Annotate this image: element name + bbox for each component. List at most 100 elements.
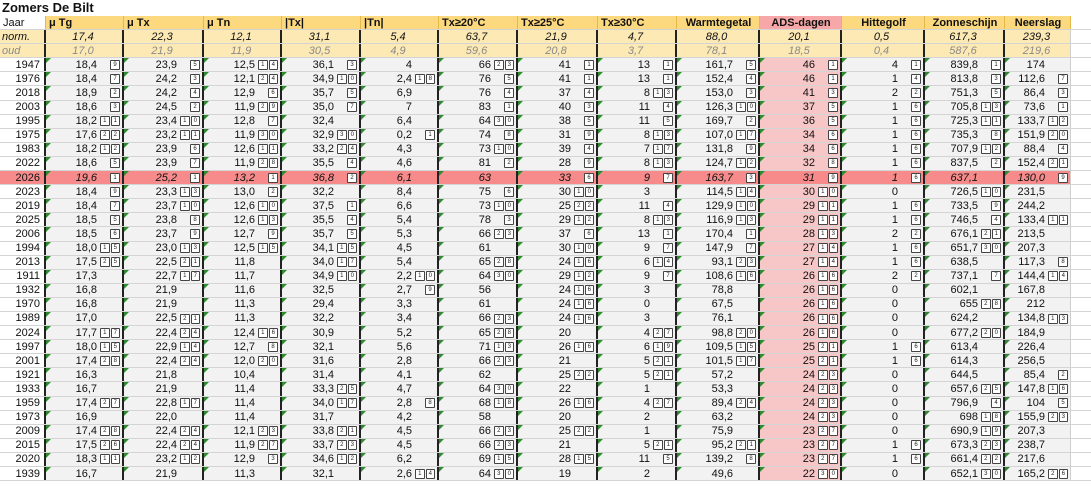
value-cell[interactable]: 23 2 7 [760, 452, 842, 466]
value-cell[interactable]: 95,2 2 1 [677, 438, 760, 452]
value-cell[interactable]: 427 [598, 396, 677, 410]
value-cell[interactable]: 68 1 8 [439, 396, 518, 410]
value-cell[interactable]: 33,8 2 1 [282, 424, 361, 438]
value-cell[interactable]: 11,9 2 7 [204, 438, 282, 452]
value-cell[interactable]: 3,4 [361, 311, 439, 326]
value-cell[interactable]: 31 9 [760, 171, 842, 185]
value-cell[interactable]: 2,8 [361, 354, 439, 368]
value-cell[interactable]: 12,6 1 0 [204, 199, 282, 213]
value-cell[interactable]: 22,7 1 7 [124, 269, 204, 283]
value-cell[interactable]: 12,0 2 0 [204, 354, 282, 368]
value-cell[interactable]: 231,5 [1005, 185, 1071, 199]
value-cell[interactable]: 35,5 4 [282, 213, 361, 227]
value-cell[interactable]: 16 [842, 438, 925, 452]
value-cell[interactable]: 22,4 2 4 [124, 438, 204, 452]
value-cell[interactable]: 163,7 3 [677, 171, 760, 185]
value-cell[interactable]: 97 [598, 269, 677, 283]
value-cell[interactable]: 37,5 1 [282, 199, 361, 213]
value-cell[interactable]: 32,1 [282, 467, 361, 481]
value-cell[interactable]: 25 2 1 [760, 354, 842, 368]
value-cell[interactable]: 676,1 2 1 [925, 227, 1005, 241]
value-cell[interactable]: 30 1 0 [518, 241, 598, 255]
value-cell[interactable]: 25 2 1 [760, 340, 842, 354]
value-cell[interactable]: 88,4 4 [1005, 142, 1071, 156]
value-cell[interactable]: 30 1 0 [518, 185, 598, 199]
value-cell[interactable]: 5,6 [361, 340, 439, 354]
norm-cell[interactable]: 5,4 [361, 30, 439, 44]
value-cell[interactable]: 16 [842, 452, 925, 466]
value-cell[interactable]: 0 [842, 368, 925, 382]
header-cell[interactable]: μ Tg [46, 16, 124, 30]
value-cell[interactable]: 85,4 2 [1005, 368, 1071, 382]
value-cell[interactable]: 18,4 7 [46, 72, 124, 86]
value-cell[interactable]: 81 2 [439, 156, 518, 171]
value-cell[interactable]: 29 1 2 [518, 269, 598, 283]
value-cell[interactable]: 23,9 7 [124, 156, 204, 171]
norm-cell[interactable]: 4,7 [598, 30, 677, 44]
value-cell[interactable]: 13 1 [598, 227, 677, 241]
value-cell[interactable]: 11,9 3 0 [204, 128, 282, 142]
value-cell[interactable]: 34 6 [760, 128, 842, 142]
value-cell[interactable]: 207,3 [1005, 424, 1071, 438]
value-cell[interactable]: 0 [842, 424, 925, 438]
value-cell[interactable]: 76,1 [677, 311, 760, 326]
value-cell[interactable]: 673,3 2 3 [925, 438, 1005, 452]
year-cell[interactable]: 1933 [0, 382, 46, 396]
value-cell[interactable]: 63 [439, 171, 518, 185]
value-cell[interactable]: 36,1 3 [282, 58, 361, 72]
value-cell[interactable]: 655 2 8 [925, 297, 1005, 311]
value-cell[interactable]: 22,4 2 4 [124, 326, 204, 340]
value-cell[interactable]: 26 1 6 [760, 297, 842, 311]
value-cell[interactable]: 23,0 1 3 [124, 241, 204, 255]
value-cell[interactable]: 33,3 2 5 [282, 382, 361, 396]
header-cell[interactable]: |Tx| [282, 16, 361, 30]
value-cell[interactable]: 74 8 [439, 128, 518, 142]
oud-cell[interactable]: 3,7 [598, 44, 677, 58]
value-cell[interactable]: 16,8 [46, 297, 124, 311]
value-cell[interactable]: 75,9 [677, 424, 760, 438]
value-cell[interactable]: 161,7 5 [677, 58, 760, 72]
value-cell[interactable]: 28 1 3 [760, 227, 842, 241]
value-cell[interactable]: 34,9 1 0 [282, 269, 361, 283]
value-cell[interactable]: 131,8 9 [677, 142, 760, 156]
oud-cell[interactable]: 587,6 [925, 44, 1005, 58]
value-cell[interactable]: 134,8 1 3 [1005, 311, 1071, 326]
value-cell[interactable]: 21,9 [124, 283, 204, 297]
value-cell[interactable]: 75 6 [439, 185, 518, 199]
norm-cell[interactable]: 617,3 [925, 30, 1005, 44]
value-cell[interactable]: 97 [598, 171, 677, 185]
value-cell[interactable]: 5,3 [361, 227, 439, 241]
value-cell[interactable]: 690,9 1 9 [925, 424, 1005, 438]
norm-cell[interactable]: 22,3 [124, 30, 204, 44]
year-cell[interactable]: 2026 [0, 171, 46, 185]
value-cell[interactable]: 33,7 2 3 [282, 438, 361, 452]
value-cell[interactable]: 0 [842, 185, 925, 199]
year-cell[interactable]: 1921 [0, 368, 46, 382]
value-cell[interactable]: 29,4 [282, 297, 361, 311]
value-cell[interactable]: 22,0 [124, 410, 204, 424]
value-cell[interactable]: 2,6 1 4 [361, 467, 439, 481]
value-cell[interactable]: 212 [1005, 297, 1071, 311]
value-cell[interactable]: 16 [842, 241, 925, 255]
value-cell[interactable]: 32,5 [282, 283, 361, 297]
value-cell[interactable]: 126,3 1 0 [677, 100, 760, 114]
value-cell[interactable]: 139,2 8 [677, 452, 760, 466]
value-cell[interactable]: 153,0 3 [677, 86, 760, 100]
value-cell[interactable]: 23,2 1 2 [124, 452, 204, 466]
value-cell[interactable]: 16 [842, 255, 925, 269]
value-cell[interactable]: 213,5 [1005, 227, 1071, 241]
value-cell[interactable]: 24 2 3 [760, 382, 842, 396]
value-cell[interactable]: 64 3 0 [439, 269, 518, 283]
value-cell[interactable]: 22 3 0 [760, 467, 842, 481]
value-cell[interactable]: 107,0 1 7 [677, 128, 760, 142]
year-cell[interactable]: 1997 [0, 340, 46, 354]
header-cell[interactable]: Tx≥20°C [439, 16, 518, 30]
value-cell[interactable]: 28 1 5 [518, 452, 598, 466]
value-cell[interactable]: 18,4 9 [46, 58, 124, 72]
value-cell[interactable]: 0 [842, 311, 925, 326]
value-cell[interactable]: 18,0 1 5 [46, 340, 124, 354]
value-cell[interactable]: 737,1 7 [925, 269, 1005, 283]
value-cell[interactable]: 17,5 2 5 [46, 255, 124, 269]
value-cell[interactable]: 22,5 2 1 [124, 311, 204, 326]
value-cell[interactable]: 6,2 [361, 452, 439, 466]
